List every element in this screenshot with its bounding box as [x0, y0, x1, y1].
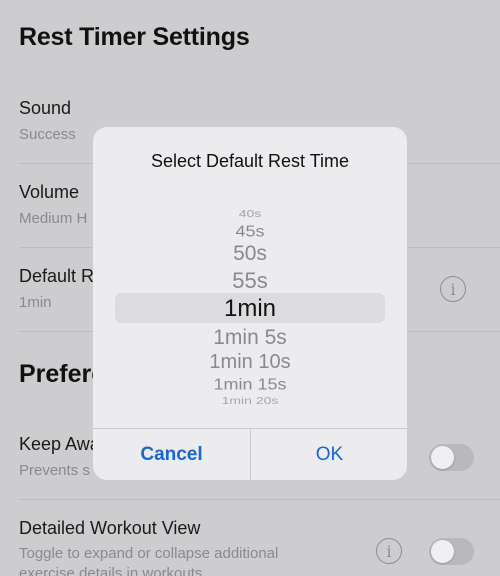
picker-option[interactable]: 1min 10s — [93, 351, 407, 374]
rest-timer-settings-screen: Rest Timer Settings Sound Success Volume… — [0, 0, 500, 576]
detailed-view-title: Detailed Workout View — [19, 518, 201, 538]
picker-option[interactable]: 50s — [93, 242, 407, 266]
picker-option[interactable]: 1min 20s — [93, 394, 407, 406]
info-icon[interactable]: i — [376, 538, 402, 564]
detailed-view-row: Detailed Workout View Toggle to expand o… — [19, 518, 500, 576]
info-icon[interactable]: i — [440, 276, 466, 302]
ok-button[interactable]: OK — [251, 429, 407, 480]
detailed-view-toggle[interactable] — [429, 538, 474, 565]
cancel-button[interactable]: Cancel — [93, 429, 250, 480]
toggle-knob — [431, 446, 454, 469]
divider — [19, 499, 500, 500]
rest-time-dialog: Select Default Rest Time 40s 45s 50s 55s… — [93, 127, 407, 480]
page-title: Rest Timer Settings — [19, 23, 250, 51]
toggle-knob — [431, 540, 454, 563]
picker-option[interactable]: 1min 5s — [93, 326, 407, 350]
dialog-title: Select Default Rest Time — [150, 151, 350, 171]
picker-option[interactable]: 1min 15s — [93, 375, 407, 393]
detailed-view-desc-line1: Toggle to expand or collapse additional — [19, 545, 279, 562]
rest-time-picker[interactable]: 40s 45s 50s 55s 1min 1min 5s 1min 10s 1m… — [93, 199, 407, 407]
sound-title: Sound — [19, 98, 72, 118]
picker-option[interactable]: 40s — [93, 207, 407, 219]
picker-option-selected[interactable]: 1min — [93, 295, 407, 323]
detailed-view-desc: Toggle to expand or collapse additional … — [19, 544, 500, 576]
picker-option[interactable]: 45s — [93, 222, 407, 240]
keep-awake-toggle[interactable] — [429, 444, 474, 471]
detailed-view-desc-line2: exercise details in workouts — [19, 565, 203, 576]
picker-option[interactable]: 55s — [93, 268, 407, 294]
